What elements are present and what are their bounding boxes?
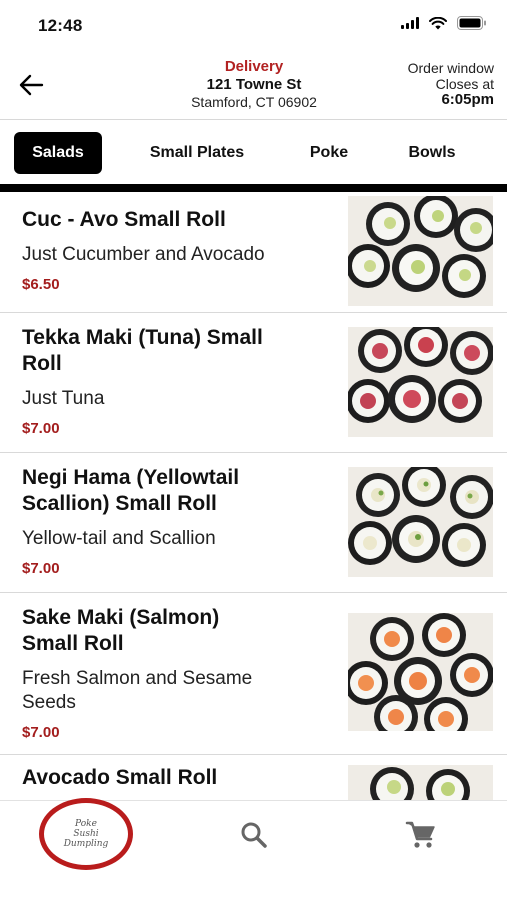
item-price: $6.50 bbox=[22, 276, 60, 293]
menu-item[interactable]: Sake Maki (Salmon) Small Roll Fresh Salm… bbox=[0, 593, 507, 755]
poke-sushi-dumpling-logo[interactable]: Poke Sushi Dumpling bbox=[39, 798, 133, 870]
status-time: 12:48 bbox=[38, 16, 83, 35]
tab-bowls[interactable]: Bowls bbox=[394, 132, 470, 174]
item-price: $7.00 bbox=[22, 420, 60, 437]
status-bar: 12:48 bbox=[0, 0, 507, 52]
item-name: Tekka Maki (Tuna) Small bbox=[22, 326, 263, 349]
search-icon bbox=[241, 822, 267, 848]
delivery-city: Stamford, CT 06902 bbox=[191, 94, 317, 110]
tabs-underline-bar bbox=[0, 184, 507, 192]
item-name-line2: Scallion) Small Roll bbox=[22, 492, 217, 515]
item-name: Avocado Small Roll bbox=[22, 766, 218, 789]
item-description: Just Cucumber and Avocado bbox=[22, 244, 265, 265]
menu-item[interactable]: Cuc - Avo Small Roll Just Cucumber and A… bbox=[0, 192, 507, 313]
closes-at-label: Closes at bbox=[435, 76, 494, 92]
cellular-signal-icon bbox=[401, 17, 419, 29]
cucumber-avocado-roll-image bbox=[348, 196, 493, 306]
menu-item[interactable]: Avocado Small Roll bbox=[0, 755, 507, 800]
tuna-roll-image bbox=[348, 327, 493, 437]
logo-line2: Sushi bbox=[73, 829, 99, 839]
header-divider bbox=[0, 119, 507, 120]
item-price: $7.00 bbox=[22, 724, 60, 741]
closes-time: 6:05pm bbox=[441, 91, 494, 108]
status-icons bbox=[401, 16, 487, 30]
order-window-label: Order window bbox=[407, 60, 494, 76]
item-name: Cuc - Avo Small Roll bbox=[22, 208, 226, 231]
search-button[interactable] bbox=[238, 819, 270, 851]
wifi-icon bbox=[429, 16, 447, 29]
logo-line1: Poke bbox=[75, 819, 97, 829]
back-button[interactable] bbox=[14, 70, 48, 100]
item-name: Negi Hama (Yellowtail bbox=[22, 466, 240, 489]
arrow-left-icon bbox=[19, 74, 44, 96]
cart-icon bbox=[405, 821, 435, 848]
item-name-line2: Roll bbox=[22, 352, 62, 375]
salmon-roll-image bbox=[348, 613, 493, 731]
menu-item[interactable]: Negi Hama (Yellowtail Scallion) Small Ro… bbox=[0, 453, 507, 593]
yellowtail-scallion-roll-image bbox=[348, 467, 493, 577]
avocado-roll-image bbox=[348, 765, 493, 800]
item-price: $7.00 bbox=[22, 560, 60, 577]
tab-small-plates[interactable]: Small Plates bbox=[134, 132, 260, 174]
logo-text: Poke Sushi Dumpling bbox=[64, 819, 109, 849]
battery-icon bbox=[457, 16, 486, 30]
item-description: Just Tuna bbox=[22, 388, 105, 409]
header: Delivery 121 Towne St Stamford, CT 06902… bbox=[0, 52, 507, 120]
delivery-address[interactable]: Delivery 121 Towne St Stamford, CT 06902 bbox=[130, 58, 378, 111]
logo-line3: Dumpling bbox=[63, 839, 109, 849]
item-description: Yellow-tail and Scallion bbox=[22, 528, 216, 549]
item-name-line2: Small Roll bbox=[22, 632, 124, 655]
tab-salads[interactable]: Salads bbox=[14, 132, 102, 174]
tab-poke[interactable]: Poke bbox=[294, 132, 364, 174]
delivery-label: Delivery bbox=[224, 58, 284, 75]
cart-button[interactable] bbox=[404, 819, 438, 851]
item-description: Fresh Salmon and Sesame bbox=[22, 668, 253, 689]
delivery-street: 121 Towne St bbox=[206, 76, 302, 93]
item-name: Sake Maki (Salmon) bbox=[22, 606, 220, 629]
menu-item[interactable]: Tekka Maki (Tuna) Small Roll Just Tuna $… bbox=[0, 313, 507, 453]
bottom-nav: Poke Sushi Dumpling bbox=[0, 798, 507, 870]
menu-list: Cuc - Avo Small Roll Just Cucumber and A… bbox=[0, 192, 507, 800]
category-tabs: Salads Small Plates Poke Bowls bbox=[0, 130, 507, 178]
item-description-line2: Seeds bbox=[22, 692, 76, 713]
order-window: Order window Closes at 6:05pm bbox=[408, 60, 494, 108]
